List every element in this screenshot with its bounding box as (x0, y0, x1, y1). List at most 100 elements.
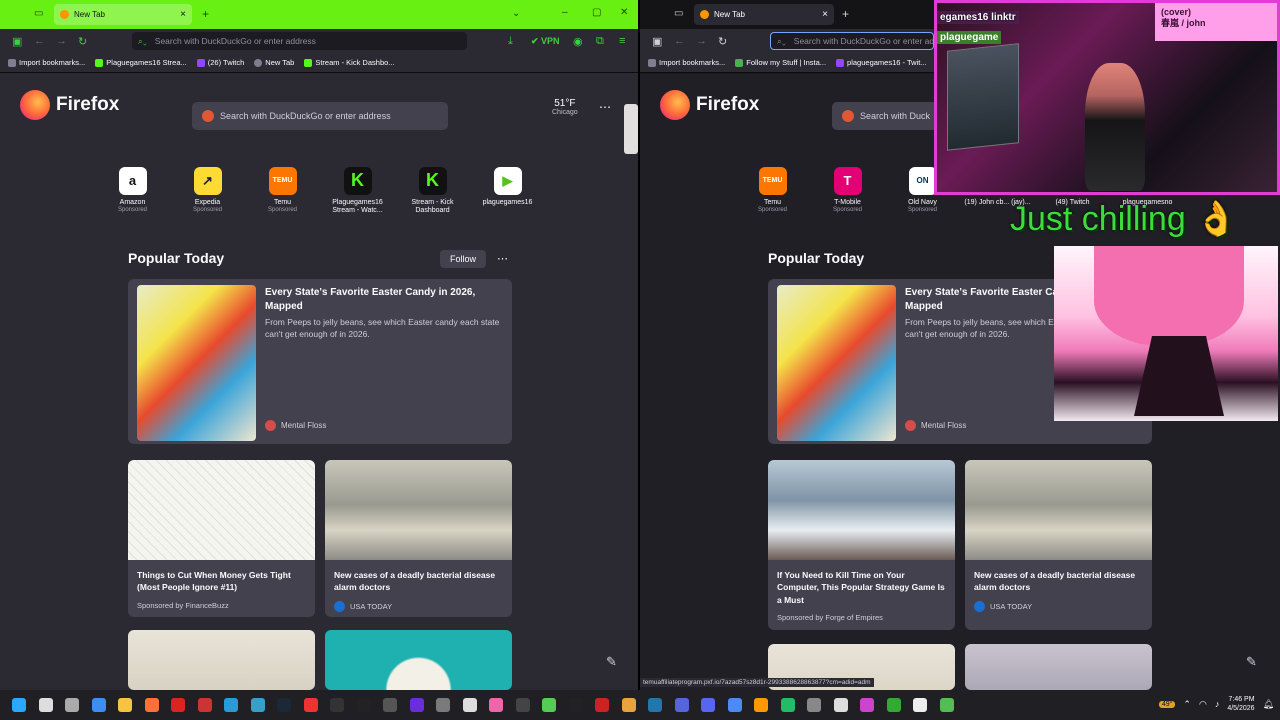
search-box[interactable]: Search with Duck (832, 102, 942, 130)
bookmark-item[interactable]: (26) Twitch (196, 58, 244, 67)
app-icon[interactable] (351, 694, 377, 716)
menu-icon[interactable]: ≡ (619, 35, 625, 47)
top-site-tmobile[interactable]: T T-Mobile Sponsored (810, 167, 885, 215)
obs-icon[interactable] (324, 694, 350, 716)
sidebar-icon[interactable]: ▣ (652, 35, 662, 48)
search-box[interactable]: Search with DuckDuckGo or enter address (192, 102, 448, 130)
story-card[interactable] (965, 644, 1152, 690)
steam-icon[interactable] (271, 694, 297, 716)
new-tab-icon[interactable]: + (842, 7, 849, 21)
account-icon[interactable]: ◉ (573, 35, 583, 48)
customize-icon[interactable]: ✎ (606, 654, 617, 670)
start-icon[interactable] (6, 694, 32, 716)
forward-icon[interactable]: → (56, 35, 67, 47)
files-icon[interactable] (112, 694, 138, 716)
app-icon[interactable] (536, 694, 562, 716)
app-icon[interactable] (775, 694, 801, 716)
reload-icon[interactable]: ↻ (78, 35, 87, 48)
story-card[interactable]: If You Need to Kill Time on Your Compute… (768, 460, 955, 630)
download-icon[interactable]: ⤓ (508, 35, 513, 48)
app-icon[interactable] (589, 694, 615, 716)
app-icon[interactable] (298, 694, 324, 716)
maximize-icon[interactable]: ▢ (592, 7, 601, 18)
top-site-kick-dashboard[interactable]: K Stream - Kick Dashboard (395, 167, 470, 216)
tab-new-tab[interactable]: New Tab × (54, 4, 192, 25)
app-icon[interactable] (616, 694, 642, 716)
back-icon[interactable]: ← (34, 35, 45, 47)
app-icon[interactable] (854, 694, 880, 716)
vpn-button[interactable]: ✔ VPN (531, 36, 560, 47)
more-options-icon[interactable]: ⋯ (599, 100, 611, 114)
follow-button[interactable]: Follow (440, 250, 486, 268)
top-site-temu[interactable]: TEMU Temu Sponsored (245, 167, 320, 216)
volume-icon[interactable]: ♪ (1215, 699, 1220, 709)
app-icon[interactable] (907, 694, 933, 716)
tab-new-tab[interactable]: New Tab × (694, 4, 834, 25)
minimize-icon[interactable]: – (562, 7, 568, 18)
app-icon[interactable] (377, 694, 403, 716)
app-icon[interactable] (563, 694, 589, 716)
sidebar-icon[interactable]: ▣ (12, 35, 22, 48)
notifications-icon[interactable]: 🔔︎ (1263, 699, 1274, 710)
weather-badge[interactable]: 49° (1158, 700, 1176, 708)
app-icon[interactable] (881, 694, 907, 716)
story-card[interactable]: New cases of a deadly bacterial disease … (965, 460, 1152, 630)
url-bar[interactable]: ⌕⌄ Search with DuckDuckGo or enter addre… (132, 32, 467, 50)
bookmark-item[interactable]: Stream - Kick Dashbo... (304, 58, 395, 67)
customize-icon[interactable]: ✎ (1246, 654, 1257, 670)
app-icon[interactable] (669, 694, 695, 716)
app-icon[interactable] (245, 694, 271, 716)
vlc-icon[interactable] (748, 694, 774, 716)
search-engine-icon[interactable]: ⌕⌄ (138, 36, 147, 47)
new-tab-icon[interactable]: + (202, 7, 209, 21)
edge-icon[interactable] (218, 694, 244, 716)
story-card[interactable]: New cases of a deadly bacterial disease … (325, 460, 512, 617)
story-card[interactable]: Things to Cut When Money Gets Tight (Mos… (128, 460, 315, 617)
bookmark-item[interactable]: Plaguegames16 Strea... (95, 58, 187, 67)
clock[interactable]: 7:46 PM 4/5/2026 (1227, 695, 1254, 713)
top-site-plaguegames-stream[interactable]: K Plaguegames16 Stream - Watc... (320, 167, 395, 216)
firefox-icon[interactable] (139, 694, 165, 716)
wifi-icon[interactable]: ◠ (1199, 699, 1207, 710)
section-menu-icon[interactable]: ⋯ (497, 252, 508, 265)
edge-icon[interactable] (86, 694, 112, 716)
scrollbar[interactable] (624, 104, 638, 154)
extensions-icon[interactable]: ⧉ (596, 35, 604, 48)
url-input[interactable]: Search with DuckDuckGo or enter address (794, 36, 933, 46)
story-card[interactable] (128, 630, 315, 690)
bookmark-item[interactable]: Import bookmarks... (8, 58, 85, 67)
url-bar[interactable]: ⌕⌄ Search with DuckDuckGo or enter addre… (770, 32, 934, 50)
bookmark-item[interactable]: plaguegames16 - Twit... (836, 58, 927, 67)
app-icon[interactable] (404, 694, 430, 716)
app-icon[interactable] (457, 694, 483, 716)
chrome-icon[interactable] (722, 694, 748, 716)
app-icon[interactable] (934, 694, 960, 716)
app-icon[interactable] (483, 694, 509, 716)
top-site-amazon[interactable]: a Amazon Sponsored (95, 167, 170, 216)
back-icon[interactable]: ← (674, 35, 685, 47)
app-icon[interactable] (165, 694, 191, 716)
bookmark-item[interactable]: New Tab (254, 58, 294, 67)
bookmark-item[interactable]: Follow my Stuff | Insta... (735, 58, 826, 67)
search-engine-icon[interactable]: ⌕⌄ (777, 36, 786, 47)
search-icon[interactable] (33, 694, 59, 716)
chevron-down-icon[interactable]: ⌄ (512, 8, 520, 19)
taskview-icon[interactable] (59, 694, 85, 716)
forward-icon[interactable]: → (696, 35, 707, 47)
close-tab-icon[interactable]: × (822, 9, 828, 20)
app-icon[interactable] (430, 694, 456, 716)
app-icon[interactable] (801, 694, 827, 716)
close-tab-icon[interactable]: × (180, 9, 186, 20)
app-icon[interactable] (192, 694, 218, 716)
reload-icon[interactable]: ↻ (718, 35, 727, 48)
app-icon[interactable] (510, 694, 536, 716)
app-icon[interactable] (828, 694, 854, 716)
app-icon[interactable] (642, 694, 668, 716)
tab-list-icon[interactable]: ▭ (34, 8, 43, 19)
top-site-expedia[interactable]: ↗ Expedia Sponsored (170, 167, 245, 216)
story-card[interactable] (325, 630, 512, 690)
featured-card[interactable]: Every State's Favorite Easter Candy in 2… (128, 279, 512, 444)
url-input[interactable]: Search with DuckDuckGo or enter address (155, 36, 316, 46)
discord-icon[interactable] (695, 694, 721, 716)
bookmark-item[interactable]: Import bookmarks... (648, 58, 725, 67)
